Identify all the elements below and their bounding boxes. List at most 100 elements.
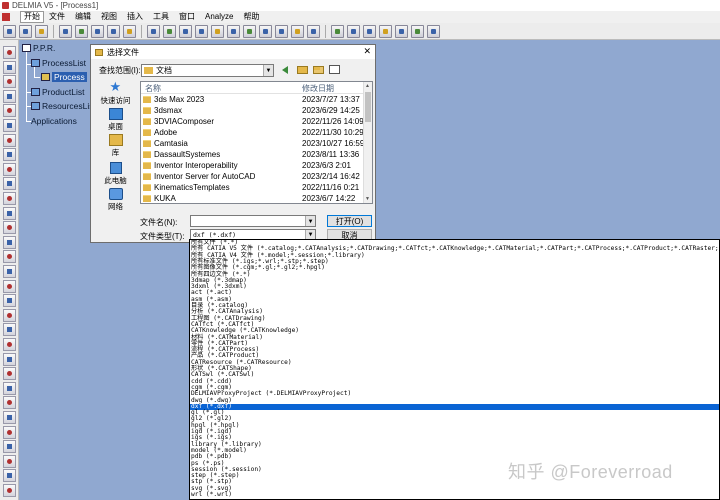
menu-window[interactable]: 窗口 <box>174 11 200 23</box>
place-network[interactable]: 网络 <box>99 188 132 212</box>
measure-icon[interactable] <box>363 24 376 38</box>
place-library[interactable]: 库 <box>99 134 132 158</box>
play-icon[interactable] <box>3 396 16 410</box>
jog-icon[interactable] <box>3 221 16 235</box>
print-icon[interactable] <box>35 24 48 38</box>
workbench-icon[interactable] <box>2 13 10 21</box>
place-this-pc[interactable]: 此电脑 <box>99 162 132 186</box>
simulate-icon[interactable] <box>331 24 344 38</box>
file-list-scrollbar[interactable]: ▲ ▼ <box>363 82 372 203</box>
cut-icon[interactable] <box>59 24 72 38</box>
link-icon[interactable] <box>3 162 16 176</box>
hide-show-icon[interactable] <box>291 24 304 38</box>
menu-insert[interactable]: 插入 <box>122 11 148 23</box>
redo-icon[interactable] <box>123 24 136 38</box>
menu-file[interactable]: 文件 <box>44 11 70 23</box>
zoom-out-icon[interactable] <box>227 24 240 38</box>
file-row[interactable]: 3dsmax 2023/6/29 14:25 <box>141 105 363 116</box>
shading-icon[interactable] <box>275 24 288 38</box>
export-icon[interactable] <box>3 425 16 439</box>
annotation-icon[interactable] <box>3 308 16 322</box>
check-icon[interactable] <box>3 265 16 278</box>
record-icon[interactable] <box>3 381 16 395</box>
open-button[interactable]: 打开(O) <box>327 215 372 227</box>
tree-node-process[interactable]: Process <box>41 72 87 82</box>
place-desktop[interactable]: 桌面 <box>99 108 132 132</box>
sectioning-icon[interactable] <box>395 24 408 38</box>
menu-edit[interactable]: 编辑 <box>70 11 96 23</box>
look-in-combo[interactable]: 文档 ▼ <box>141 64 274 77</box>
save-icon[interactable] <box>3 24 16 38</box>
camera-icon[interactable] <box>3 323 16 337</box>
up-folder-icon[interactable] <box>297 66 308 74</box>
resource-icon[interactable] <box>3 119 16 132</box>
pan-icon[interactable] <box>179 24 192 38</box>
fit-all-icon[interactable] <box>163 24 176 38</box>
multi-view-icon[interactable] <box>259 24 272 38</box>
zoom-in-icon[interactable] <box>211 24 224 38</box>
whats-this-icon[interactable] <box>147 24 160 38</box>
move-icon[interactable] <box>3 46 16 59</box>
shuttle-icon[interactable] <box>3 177 16 191</box>
back-arrow-icon[interactable] <box>281 64 292 75</box>
clash-icon[interactable] <box>379 24 392 38</box>
paste-icon[interactable] <box>91 24 104 38</box>
filename-input[interactable]: ▼ <box>190 215 316 227</box>
column-header-name[interactable]: 名称 <box>145 83 161 94</box>
file-row[interactable]: 3ds Max 2023 2023/7/27 13:37 <box>141 94 363 105</box>
filetype-option[interactable]: wrl (*.wrl) <box>190 491 719 498</box>
file-row[interactable]: KinematicsTemplates 2022/11/16 0:21 <box>141 182 363 193</box>
normal-view-icon[interactable] <box>243 24 256 38</box>
menu-help[interactable]: 帮助 <box>238 11 264 23</box>
analyze-icon[interactable] <box>347 24 360 38</box>
measure-distance-icon[interactable] <box>3 279 16 293</box>
teach-icon[interactable] <box>3 206 16 220</box>
open-icon[interactable] <box>19 24 32 38</box>
track-icon[interactable] <box>411 24 424 38</box>
help-icon[interactable] <box>3 484 16 497</box>
product-icon[interactable] <box>3 104 16 118</box>
file-row[interactable]: DassaultSystemes 2023/8/11 13:36 <box>141 149 363 160</box>
assembly-icon[interactable] <box>3 89 16 103</box>
file-row[interactable]: Inventor Server for AutoCAD 2023/2/14 16:… <box>141 171 363 182</box>
stop-icon[interactable] <box>3 411 16 424</box>
chevron-down-icon[interactable]: ▼ <box>263 65 273 76</box>
render-icon[interactable] <box>3 367 16 381</box>
close-icon[interactable]: ✕ <box>363 46 371 57</box>
device-icon[interactable] <box>3 250 16 264</box>
rotate-icon[interactable] <box>195 24 208 38</box>
file-row[interactable]: KUKA 2023/6/7 14:22 <box>141 193 363 203</box>
manipulate-icon[interactable] <box>3 75 16 89</box>
new-folder-icon[interactable] <box>313 66 324 74</box>
file-row[interactable]: 3DVIAComposer 2022/11/26 14:09 <box>141 116 364 127</box>
tree-node-product-list[interactable]: ProductList <box>31 87 85 97</box>
material-icon[interactable] <box>3 352 16 366</box>
column-header-date[interactable]: 修改日期 <box>302 83 334 94</box>
file-row[interactable]: Camtasia 2023/10/27 16:59 <box>141 138 364 149</box>
tree-node-resources-list[interactable]: ResourcesList <box>31 101 96 111</box>
menu-tools[interactable]: 工具 <box>148 11 174 23</box>
compass-icon[interactable] <box>427 24 440 38</box>
menu-view[interactable]: 视图 <box>96 11 122 23</box>
copy-icon[interactable] <box>75 24 88 38</box>
view-menu-icon[interactable] <box>329 65 340 74</box>
menu-start[interactable]: 开始 <box>20 11 44 23</box>
snap-icon[interactable] <box>3 60 16 74</box>
light-icon[interactable] <box>3 338 16 351</box>
undo-icon[interactable] <box>107 24 120 38</box>
section-icon[interactable] <box>3 294 16 308</box>
path-icon[interactable] <box>3 192 16 205</box>
scrollbar-thumb[interactable] <box>365 92 371 122</box>
swap-space-icon[interactable] <box>307 24 320 38</box>
report-icon[interactable] <box>3 454 16 468</box>
settings-icon[interactable] <box>3 469 16 483</box>
import-icon[interactable] <box>3 440 16 454</box>
file-row[interactable]: Adobe 2022/11/30 10:29 <box>141 127 364 138</box>
tree-node-ppr[interactable]: P.P.R. <box>22 43 55 53</box>
tree-node-applications[interactable]: Applications <box>31 116 77 126</box>
robot-icon[interactable] <box>3 235 16 249</box>
activity-icon[interactable] <box>3 148 16 162</box>
tree-node-process-list[interactable]: ProcessList <box>31 58 86 68</box>
file-row[interactable]: Inventor Interoperability 2023/6/3 2:01 <box>141 160 363 171</box>
menu-analyze[interactable]: Analyze <box>200 11 238 23</box>
